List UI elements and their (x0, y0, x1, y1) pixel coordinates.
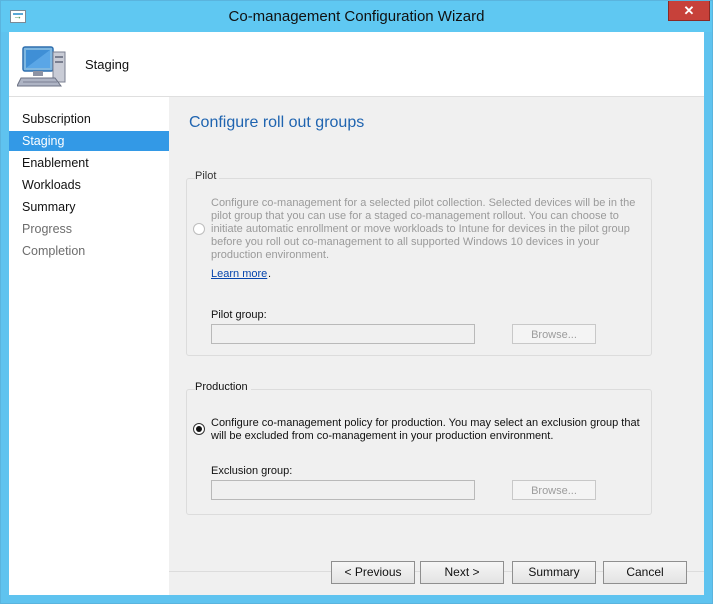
production-group-title: Production (195, 381, 251, 393)
pilot-radio[interactable] (193, 223, 205, 235)
pilot-group-title: Pilot (195, 170, 220, 182)
cancel-button[interactable]: Cancel (603, 561, 687, 584)
production-radio[interactable] (193, 423, 205, 435)
pilot-group-box: Pilot Configure co-management for a sele… (186, 170, 652, 356)
computer-icon (17, 46, 66, 87)
exclusion-group-field[interactable] (211, 480, 475, 500)
title-bar[interactable]: Co-management Configuration Wizard ✕ (1, 1, 712, 32)
pilot-group-label: Pilot group: (211, 309, 267, 321)
previous-button[interactable]: < Previous (331, 561, 415, 584)
exclusion-group-label: Exclusion group: (211, 465, 293, 477)
nav-item-completion: Completion (22, 244, 86, 258)
learn-more-period: . (268, 268, 272, 280)
wizard-header: Staging (9, 32, 704, 97)
pilot-browse-button[interactable]: Browse... (512, 324, 596, 344)
summary-button[interactable]: Summary (512, 561, 596, 584)
production-group-box: Production Configure co-management polic… (186, 381, 652, 515)
wizard-content: Configure roll out groups Pilot Configur… (169, 97, 704, 595)
pilot-description: Configure co-management for a selected p… (211, 197, 636, 261)
section-title: Configure roll out groups (189, 114, 365, 131)
next-button[interactable]: Next > (420, 561, 504, 584)
pilot-group-field[interactable] (211, 324, 475, 344)
wizard-nav: Subscription Staging Enablement Workload… (9, 97, 169, 595)
window-title: Co-management Configuration Wizard (228, 8, 485, 25)
nav-item-staging[interactable]: Staging (9, 131, 169, 151)
close-button[interactable]: ✕ (668, 1, 710, 21)
wizard-window: Co-management Configuration Wizard ✕ Sta… (0, 0, 713, 604)
nav-item-enablement[interactable]: Enablement (9, 153, 169, 173)
nav-item-subscription[interactable]: Subscription (9, 109, 169, 129)
exclusion-browse-button[interactable]: Browse... (512, 480, 596, 500)
nav-item-summary[interactable]: Summary (9, 197, 169, 217)
production-description: Configure co-management policy for produ… (211, 417, 640, 442)
wizard-client: Staging Subscription Staging Enablement … (9, 32, 704, 595)
nav-item-workloads[interactable]: Workloads (9, 175, 169, 195)
page-title: Staging (85, 57, 130, 72)
learn-more-link[interactable]: Learn more (211, 268, 267, 280)
nav-item-progress: Progress (22, 222, 73, 236)
